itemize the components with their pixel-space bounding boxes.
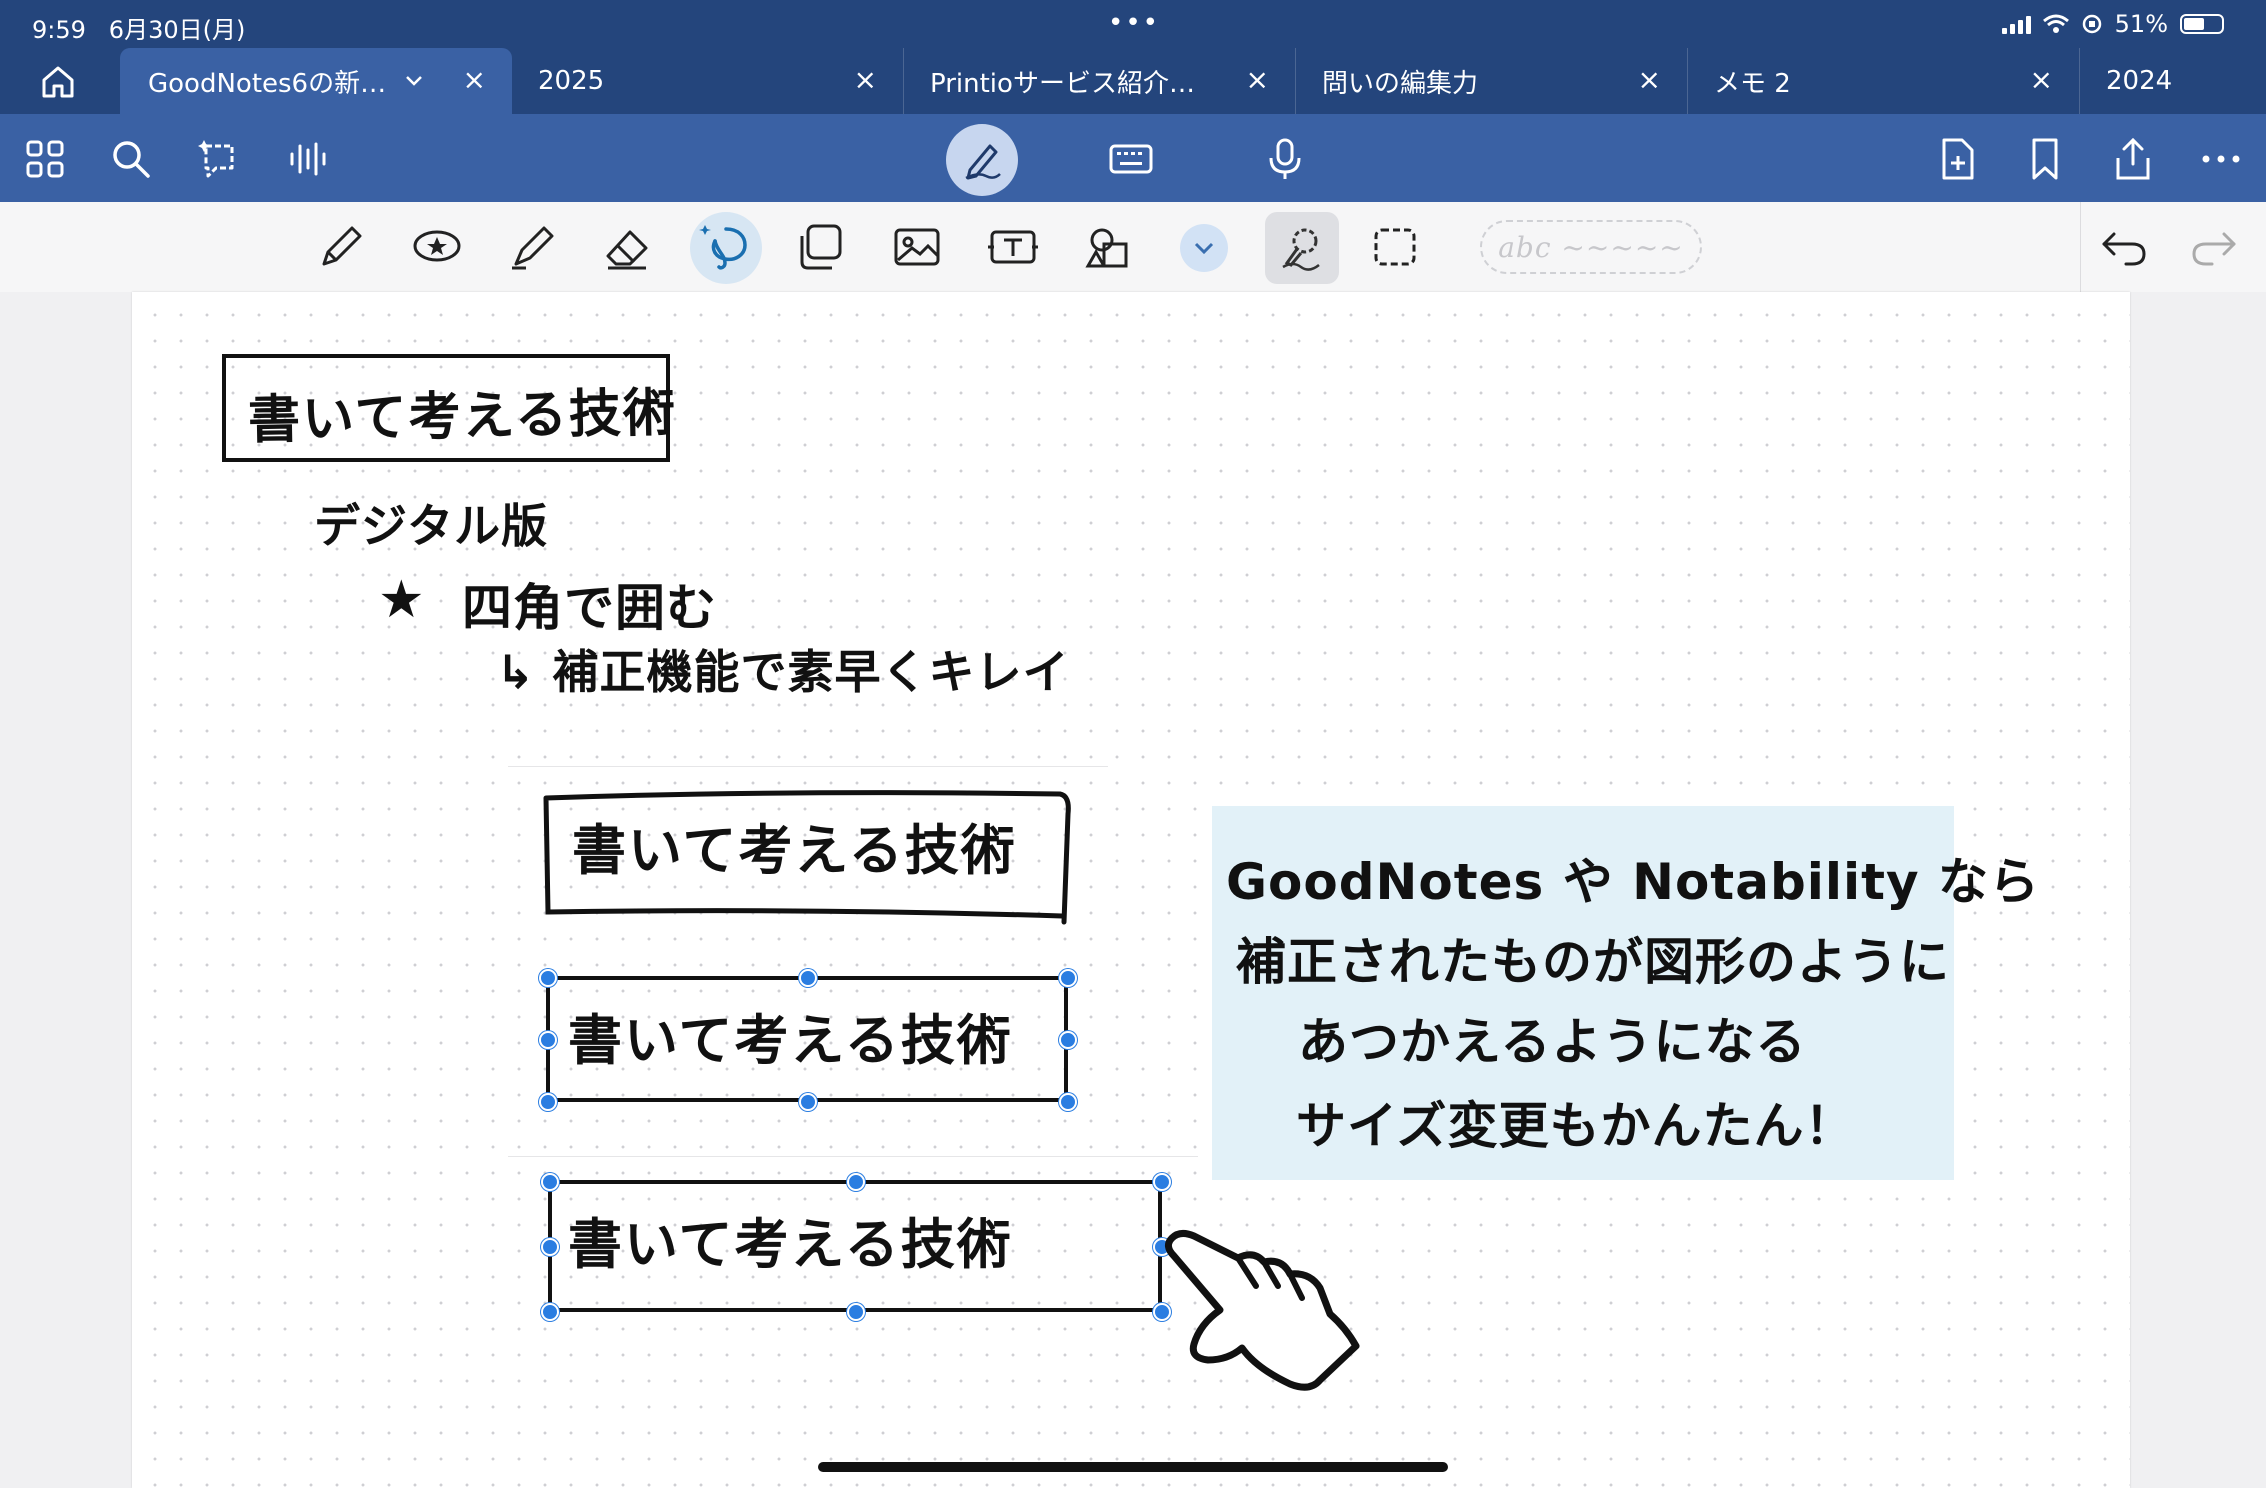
tab-bar: GoodNotes6の新… × 2025 × Printioサービス紹介… × … [0,48,2266,114]
tab-toi[interactable]: 問いの編集力 × [1296,48,1688,114]
keyboard-icon[interactable] [1108,136,1154,182]
status-right: 51% [2001,10,2224,38]
resize-handle[interactable] [1059,1031,1077,1049]
callout-line: サイズ変更もかんたん！ [1296,1097,1856,1155]
rect-select-icon[interactable] [1368,220,1422,274]
home-indicator[interactable] [818,1462,1448,1472]
tools-row: abc ~~~~~ [0,202,2266,293]
point-heading: 四角で囲む [462,579,717,637]
sample-text: 書いて考える技術 [568,1009,1013,1072]
resize-handle[interactable] [847,1173,865,1191]
close-icon[interactable]: × [463,64,486,96]
lasso-ai-icon[interactable] [196,136,242,182]
resize-handle[interactable] [539,1093,557,1111]
resize-handle[interactable] [541,1238,559,1256]
tab-label: メモ 2 [1714,68,1791,99]
divider [2080,202,2081,292]
app-toolbar [0,114,2266,202]
more-icon[interactable] [2198,136,2244,182]
pen-tool-icon[interactable] [314,220,368,274]
resize-handle[interactable] [1153,1173,1171,1191]
tab-label: Printioサービス紹介… [930,68,1195,99]
audio-icon[interactable] [284,136,330,182]
lasso-pen-icon [1282,228,1320,271]
sample-text: 書いて考える技術 [568,1213,1013,1276]
microphone-icon[interactable] [1262,136,1308,182]
tab-label: GoodNotes6の新… [148,68,387,99]
close-icon[interactable]: × [854,64,877,96]
undo-icon[interactable] [2098,220,2152,274]
handwriting-select-button[interactable] [1265,212,1339,284]
eraser-icon[interactable] [600,220,654,274]
divider [508,1156,1198,1157]
callout-box[interactable]: GoodNotes や Notability なら 補正されたものが図形のように… [1212,806,2039,1180]
share-icon[interactable] [2110,136,2156,182]
tab-2024[interactable]: 2024 [2080,48,2266,114]
battery-percent: 51% [2114,10,2168,38]
pointing-hand-icon [1165,1229,1360,1391]
resize-handle[interactable] [799,969,817,987]
add-page-icon[interactable] [1934,136,1980,182]
home-icon[interactable] [36,60,80,104]
image-icon[interactable] [890,220,944,274]
tab-label: 問いの編集力 [1322,68,1479,99]
resize-handle[interactable] [539,969,557,987]
sticker-icon[interactable] [794,220,848,274]
tab-printio[interactable]: Printioサービス紹介… × [904,48,1296,114]
tab-memo2[interactable]: メモ 2 × [1688,48,2080,114]
more-tools-button[interactable] [1180,224,1228,272]
tab-2025[interactable]: 2025 × [512,48,904,114]
wifi-icon [2042,14,2069,33]
grid-icon[interactable] [22,136,68,182]
search-icon[interactable] [108,136,154,182]
tab-goodnotes[interactable]: GoodNotes6の新… × [120,48,512,114]
resize-handle[interactable] [799,1093,817,1111]
close-icon[interactable]: × [1638,64,1661,96]
tab-label: 2025 [538,66,605,96]
status-time: 9:59 6月30日(月) [32,16,246,44]
status-bar: 9:59 6月30日(月) ••• 51% [0,0,2266,48]
chevron-down-icon [1194,242,1214,255]
resize-handle[interactable] [541,1303,559,1321]
signal-icon [2001,14,2031,34]
pen-mode-button[interactable] [946,124,1018,196]
resize-handle[interactable] [1059,1093,1077,1111]
resize-handle[interactable] [539,1031,557,1049]
chevron-down-icon[interactable] [404,74,424,88]
point-note: ↳ 補正機能で素早くキレイ [496,645,1070,699]
bookmark-icon[interactable] [2022,136,2068,182]
resize-handle[interactable] [1059,969,1077,987]
callout-line: あつかえるようになる [1298,1013,1807,1071]
highlighter-icon[interactable] [506,220,560,274]
callout-line: 補正されたものが図形のように [1236,933,1950,991]
sample-text: 書いて考える技術 [572,819,1017,882]
orientation-lock-icon [2082,14,2101,34]
page-title: 書いて考える技術 [247,383,678,451]
shape-stamp-icon[interactable] [410,220,464,274]
divider [508,766,1108,767]
page-subtitle: デジタル版 [314,499,549,553]
tab-label: 2024 [2106,66,2173,96]
redo-icon[interactable] [2186,220,2240,274]
callout-line: GoodNotes や Notability なら [1226,853,2041,911]
resize-handle[interactable] [847,1303,865,1321]
handwriting-input-pill[interactable]: abc ~~~~~ [1480,220,1702,274]
battery-icon [2180,14,2224,34]
multitask-dots[interactable]: ••• [1108,8,1160,38]
star-bullet: ★ [378,570,425,630]
text-box-icon[interactable] [986,220,1040,274]
close-icon[interactable]: × [1246,64,1269,96]
close-icon[interactable]: × [2030,64,2053,96]
lasso-tool-button[interactable] [690,212,762,284]
lasso-icon [699,225,747,270]
resize-handle[interactable] [541,1173,559,1191]
pen-mode-icon [965,144,1001,180]
shapes-icon[interactable] [1082,220,1136,274]
